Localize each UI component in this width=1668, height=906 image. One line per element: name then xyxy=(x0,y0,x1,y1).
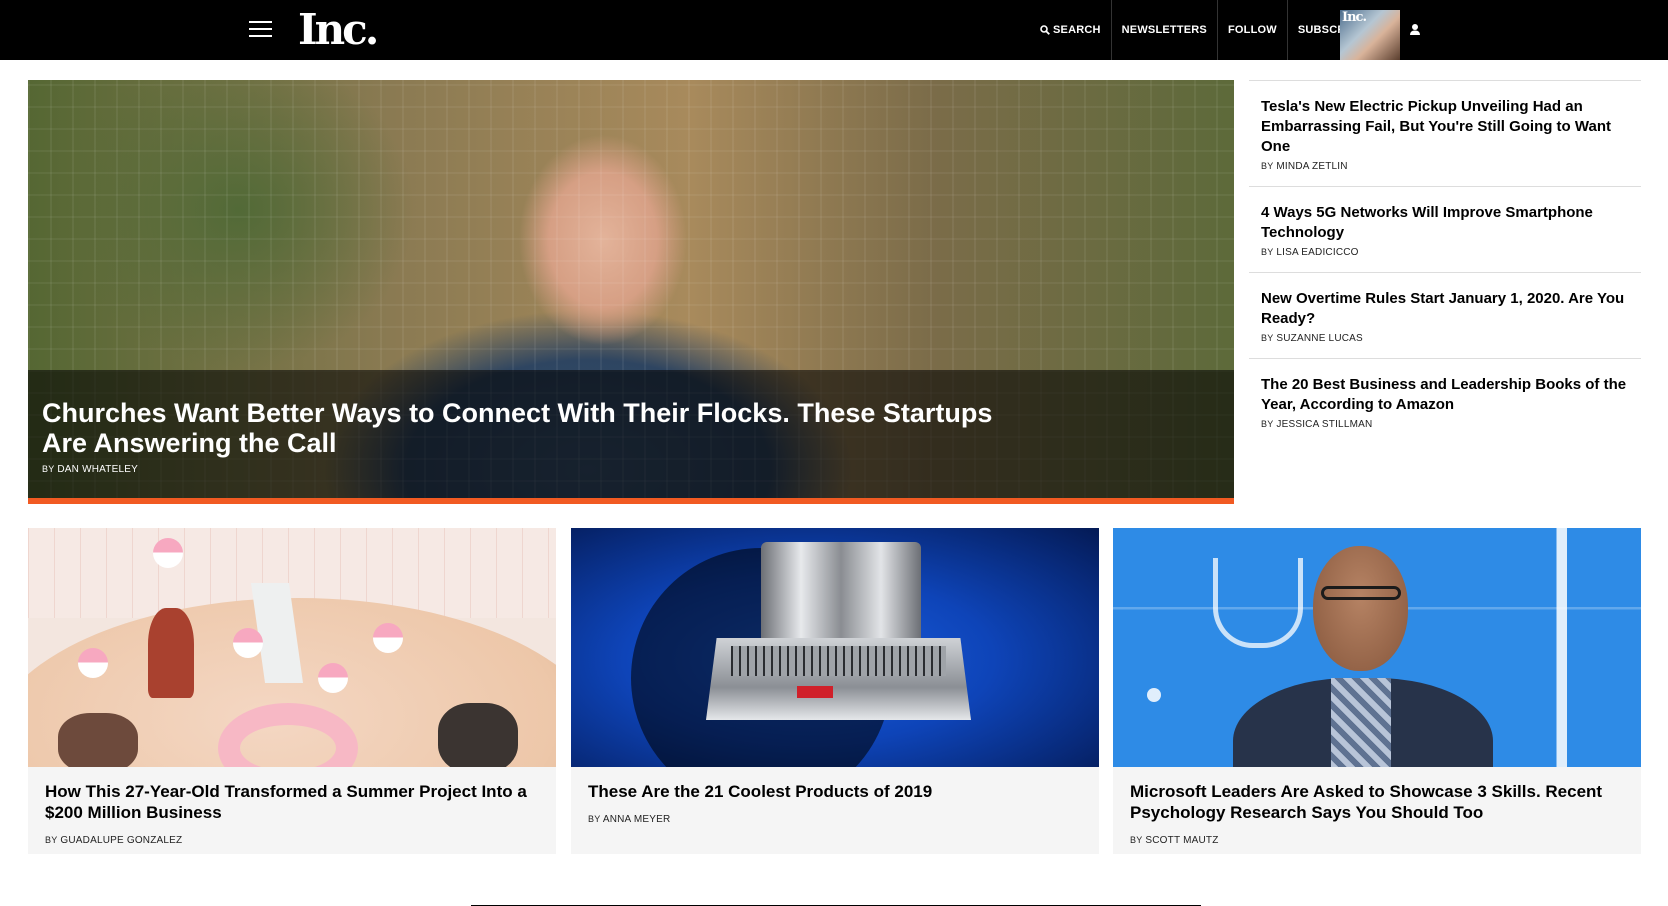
nav-follow[interactable]: FOLLOW xyxy=(1218,0,1288,60)
image-detail xyxy=(1331,678,1391,767)
byline-prefix: BY xyxy=(1130,835,1143,845)
image-detail xyxy=(761,542,921,642)
byline-prefix: BY xyxy=(45,835,58,845)
story-card[interactable]: These Are the 21 Coolest Products of 201… xyxy=(571,528,1099,854)
nav-newsletters[interactable]: NEWSLETTERS xyxy=(1112,0,1218,60)
byline-prefix: BY xyxy=(1261,333,1274,343)
sidebar-story-author[interactable]: MINDA ZETLIN xyxy=(1276,161,1347,172)
story-card-title[interactable]: Microsoft Leaders Are Asked to Showcase … xyxy=(1130,781,1630,823)
inc-logo[interactable]: Inc. xyxy=(298,6,379,54)
image-detail xyxy=(373,623,403,653)
byline-prefix: BY xyxy=(588,814,601,824)
image-detail xyxy=(148,608,194,698)
image-detail xyxy=(1213,558,1303,648)
hamburger-menu-icon[interactable] xyxy=(249,21,272,38)
image-detail xyxy=(797,686,833,698)
story-card-title[interactable]: These Are the 21 Coolest Products of 201… xyxy=(588,781,1088,802)
story-card-byline: BY GUADALUPE GONZALEZ xyxy=(45,835,182,846)
magazine-cover-logo: Inc. xyxy=(1342,10,1367,25)
sidebar-story-title[interactable]: Tesla's New Electric Pickup Unveiling Ha… xyxy=(1261,97,1631,157)
sidebar-story-byline: BY MINDA ZETLIN xyxy=(1261,161,1631,172)
story-card[interactable]: How This 27-Year-Old Transformed a Summe… xyxy=(28,528,556,854)
image-detail xyxy=(1147,688,1161,702)
user-icon[interactable] xyxy=(1409,23,1421,36)
sidebar-story[interactable]: 4 Ways 5G Networks Will Improve Smartpho… xyxy=(1249,187,1641,273)
sidebar-story-byline: BY LISA EADICICCO xyxy=(1261,247,1631,258)
story-card-author[interactable]: SCOTT MAUTZ xyxy=(1145,835,1218,846)
hero-accent-bar xyxy=(28,498,1234,504)
image-detail xyxy=(731,646,946,676)
story-card-image[interactable] xyxy=(571,528,1099,767)
top-navigation-bar: Inc. SEARCH NEWSLETTERS FOLLOW SUBSCRIBE… xyxy=(0,0,1668,60)
byline-prefix: BY xyxy=(1261,419,1274,429)
sidebar-story[interactable]: The 20 Best Business and Leadership Book… xyxy=(1249,359,1641,444)
trending-sidebar: Tesla's New Electric Pickup Unveiling Ha… xyxy=(1249,80,1641,444)
sidebar-story-byline: BY JESSICA STILLMAN xyxy=(1261,419,1631,430)
story-card-author[interactable]: ANNA MEYER xyxy=(603,814,671,825)
image-detail xyxy=(233,628,263,658)
image-detail xyxy=(318,663,348,693)
story-card-byline: BY ANNA MEYER xyxy=(588,814,670,825)
story-card-author[interactable]: GUADALUPE GONZALEZ xyxy=(60,835,182,846)
story-card-image[interactable] xyxy=(1113,528,1641,767)
image-detail xyxy=(58,713,138,767)
byline-prefix: BY xyxy=(1261,247,1274,257)
sidebar-story-author[interactable]: JESSICA STILLMAN xyxy=(1276,419,1372,430)
nav-search[interactable]: SEARCH xyxy=(1030,0,1112,60)
nav-search-label: SEARCH xyxy=(1053,24,1101,36)
hero-headline[interactable]: Churches Want Better Ways to Connect Wit… xyxy=(42,398,1042,458)
sidebar-story-author[interactable]: LISA EADICICCO xyxy=(1276,247,1358,258)
search-icon xyxy=(1040,25,1050,35)
image-detail xyxy=(78,648,108,678)
sidebar-story-author[interactable]: SUZANNE LUCAS xyxy=(1276,333,1363,344)
story-card-title[interactable]: How This 27-Year-Old Transformed a Summe… xyxy=(45,781,545,823)
sidebar-story-title[interactable]: New Overtime Rules Start January 1, 2020… xyxy=(1261,289,1631,329)
story-card-image[interactable] xyxy=(28,528,556,767)
sidebar-story[interactable]: New Overtime Rules Start January 1, 2020… xyxy=(1249,273,1641,359)
image-detail xyxy=(438,703,518,767)
image-detail xyxy=(1321,586,1401,600)
image-detail xyxy=(1313,546,1408,671)
hero-author[interactable]: DAN WHATELEY xyxy=(57,464,138,475)
hero-story[interactable]: Churches Want Better Ways to Connect Wit… xyxy=(28,80,1234,504)
sidebar-story-title[interactable]: 4 Ways 5G Networks Will Improve Smartpho… xyxy=(1261,203,1631,243)
image-detail xyxy=(153,538,183,568)
sidebar-story-byline: BY SUZANNE LUCAS xyxy=(1261,333,1631,344)
sidebar-story[interactable]: Tesla's New Electric Pickup Unveiling Ha… xyxy=(1249,81,1641,187)
hero-byline: BY DAN WHATELEY xyxy=(42,464,138,475)
story-card[interactable]: Microsoft Leaders Are Asked to Showcase … xyxy=(1113,528,1641,854)
byline-prefix: BY xyxy=(1261,161,1274,171)
header-nav: SEARCH NEWSLETTERS FOLLOW SUBSCRIBE xyxy=(1030,0,1374,60)
magazine-cover-thumbnail[interactable]: Inc. xyxy=(1340,10,1400,60)
story-card-byline: BY SCOTT MAUTZ xyxy=(1130,835,1219,846)
sidebar-story-title[interactable]: The 20 Best Business and Leadership Book… xyxy=(1261,375,1631,415)
byline-prefix: BY xyxy=(42,464,55,474)
